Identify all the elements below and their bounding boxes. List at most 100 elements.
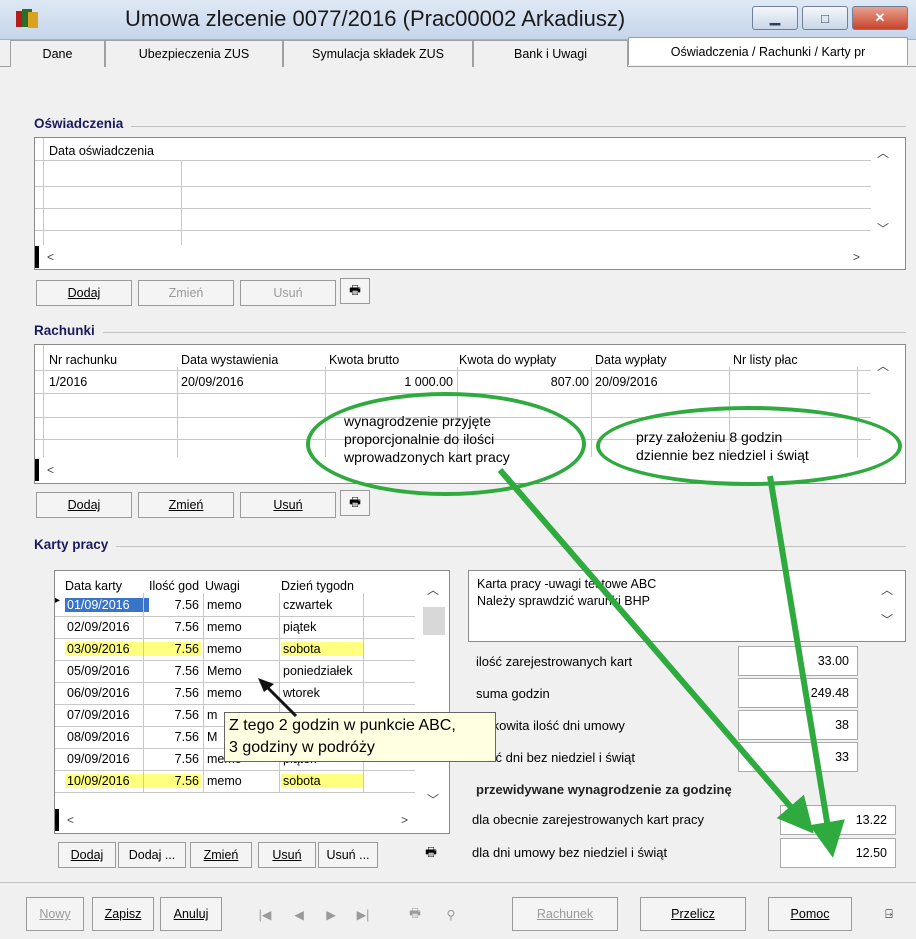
- table-cell[interactable]: 03/09/2016: [65, 642, 149, 656]
- table-cell[interactable]: czwartek: [281, 598, 363, 612]
- save-button[interactable]: Zapisz: [92, 897, 154, 931]
- scroll-left-icon[interactable]: <: [67, 813, 74, 827]
- current-row-icon: ▸: [55, 595, 61, 606]
- karty-notes[interactable]: Karta pracy -uwagi testowe ABC Należy sp…: [468, 570, 906, 642]
- table-cell[interactable]: 01/09/2016: [65, 598, 149, 612]
- scroll-right-icon[interactable]: >: [401, 813, 408, 827]
- oswiadczenia-print-button[interactable]: 🖶: [340, 278, 370, 304]
- grid-line: [35, 186, 871, 187]
- binoculars-icon[interactable]: ⚲: [436, 897, 466, 931]
- prev-record-icon[interactable]: ◀: [284, 897, 314, 931]
- maximize-button[interactable]: □: [802, 6, 848, 30]
- table-cell[interactable]: piątek: [281, 620, 363, 634]
- exit-icon[interactable]: ⍈: [874, 897, 904, 931]
- scroll-up-icon[interactable]: ︿: [881, 581, 893, 598]
- scroll-left-icon[interactable]: <: [47, 463, 54, 477]
- karty-edit-button[interactable]: Zmień: [190, 842, 252, 868]
- karty-add-button[interactable]: Dodaj: [58, 842, 116, 868]
- oswiadczenia-add-button[interactable]: Dodaj: [36, 280, 132, 306]
- count-label: ilość zarejestrowanych kart: [476, 654, 633, 669]
- close-button[interactable]: ✕: [852, 6, 908, 30]
- help-button[interactable]: Pomoc: [768, 897, 852, 931]
- table-cell[interactable]: 7.56: [145, 730, 201, 744]
- karty-delete-button[interactable]: Usuń: [258, 842, 316, 868]
- cancel-button[interactable]: Anuluj: [160, 897, 222, 931]
- grid-line: [181, 160, 182, 245]
- table-cell[interactable]: 7.56: [145, 686, 201, 700]
- table-cell[interactable]: 02/09/2016: [65, 620, 149, 634]
- column-header: Kwota brutto: [329, 353, 400, 367]
- table-cell[interactable]: poniedziałek: [281, 664, 363, 678]
- scroll-up-icon[interactable]: ︿: [877, 357, 889, 374]
- table-cell[interactable]: memo: [205, 774, 277, 788]
- next-record-icon[interactable]: ▶: [316, 897, 346, 931]
- tab-symulacja[interactable]: Symulacja składek ZUS: [283, 40, 473, 67]
- grid-line: [177, 367, 178, 457]
- oswiadczenia-delete-button[interactable]: Usuń: [240, 280, 336, 306]
- scroll-right-icon[interactable]: >: [853, 250, 860, 264]
- notes-line: Należy sprawdzić warunki BHP: [477, 594, 650, 608]
- scroll-left-icon[interactable]: <: [47, 250, 54, 264]
- first-record-icon[interactable]: |◀: [250, 897, 280, 931]
- table-cell[interactable]: 7.56: [145, 708, 201, 722]
- column-header: Dzień tygodn: [281, 579, 354, 593]
- tab-ubezpieczenia[interactable]: Ubezpieczenia ZUS: [105, 40, 283, 67]
- rachunki-edit-button[interactable]: Zmień: [138, 492, 234, 518]
- table-cell[interactable]: sobota: [281, 642, 363, 656]
- table-cell[interactable]: memo: [205, 686, 277, 700]
- minimize-button[interactable]: ▁: [752, 6, 798, 30]
- rachunki-delete-button[interactable]: Usuń: [240, 492, 336, 518]
- table-cell[interactable]: 7.56: [145, 620, 201, 634]
- days-field: 38: [738, 710, 858, 740]
- scroll-down-icon[interactable]: ﹀: [881, 611, 893, 628]
- tab-oswiadczenia[interactable]: Oświadczenia / Rachunki / Karty pr: [628, 37, 908, 65]
- scroll-down-icon[interactable]: ﹀: [427, 791, 439, 808]
- table-cell[interactable]: sobota: [281, 774, 363, 788]
- oswiadczenia-grid[interactable]: Data oświadczenia ︿ ﹀ < >: [34, 137, 906, 270]
- record-indicator: [55, 809, 59, 831]
- minimize-icon: ▁: [770, 10, 780, 25]
- table-cell[interactable]: 10/09/2016: [65, 774, 149, 788]
- scroll-down-icon[interactable]: ﹀: [877, 220, 889, 237]
- table-cell[interactable]: 08/09/2016: [65, 730, 149, 744]
- tab-bank[interactable]: Bank i Uwagi: [473, 40, 628, 67]
- printer-icon: 🖶: [349, 494, 361, 509]
- table-cell[interactable]: 7.56: [145, 752, 201, 766]
- karty-print-button[interactable]: 🖶: [416, 840, 446, 866]
- pay-title: przewidywane wynagrodzenie za godzinę: [476, 782, 732, 797]
- invoice-button[interactable]: Rachunek: [512, 897, 618, 931]
- grid-line: [35, 160, 871, 161]
- scroll-up-icon[interactable]: ︿: [877, 144, 889, 161]
- table-cell[interactable]: wtorek: [281, 686, 363, 700]
- grid-line: [55, 792, 415, 793]
- karty-add-more-button[interactable]: Dodaj ...: [118, 842, 186, 868]
- print-icon[interactable]: 🖶: [400, 897, 430, 931]
- table-cell[interactable]: memo: [205, 642, 277, 656]
- table-cell[interactable]: Memo: [205, 664, 277, 678]
- table-cell[interactable]: memo: [205, 620, 277, 634]
- table-cell[interactable]: 7.56: [145, 642, 201, 656]
- table-cell[interactable]: 05/09/2016: [65, 664, 149, 678]
- grid-line: [55, 704, 415, 705]
- oswiadczenia-edit-button[interactable]: Zmień: [138, 280, 234, 306]
- rachunki-print-button[interactable]: 🖶: [340, 490, 370, 516]
- karty-grid[interactable]: Data karty Ilość god Uwagi Dzień tygodn …: [54, 570, 450, 834]
- table-cell[interactable]: 07/09/2016: [65, 708, 149, 722]
- table-cell[interactable]: 7.56: [145, 664, 201, 678]
- table-cell[interactable]: 09/09/2016: [65, 752, 149, 766]
- recalc-button[interactable]: Przelicz: [640, 897, 746, 931]
- pay-cards-label: dla obecnie zarejestrowanych kart pracy: [472, 812, 704, 827]
- new-button[interactable]: Nowy: [26, 897, 84, 931]
- table-cell[interactable]: 7.56: [145, 598, 201, 612]
- tab-dane[interactable]: Dane: [10, 40, 105, 67]
- last-record-icon[interactable]: ▶|: [348, 897, 378, 931]
- grid-line: [43, 345, 44, 457]
- table-cell[interactable]: 7.56: [145, 774, 201, 788]
- scroll-up-icon[interactable]: ︿: [427, 581, 439, 598]
- scroll-thumb[interactable]: [423, 607, 445, 635]
- rachunki-add-button[interactable]: Dodaj: [36, 492, 132, 518]
- table-cell[interactable]: 06/09/2016: [65, 686, 149, 700]
- column-header: Data oświadczenia: [49, 144, 154, 158]
- table-cell[interactable]: memo: [205, 598, 277, 612]
- karty-delete-more-button[interactable]: Usuń ...: [318, 842, 378, 868]
